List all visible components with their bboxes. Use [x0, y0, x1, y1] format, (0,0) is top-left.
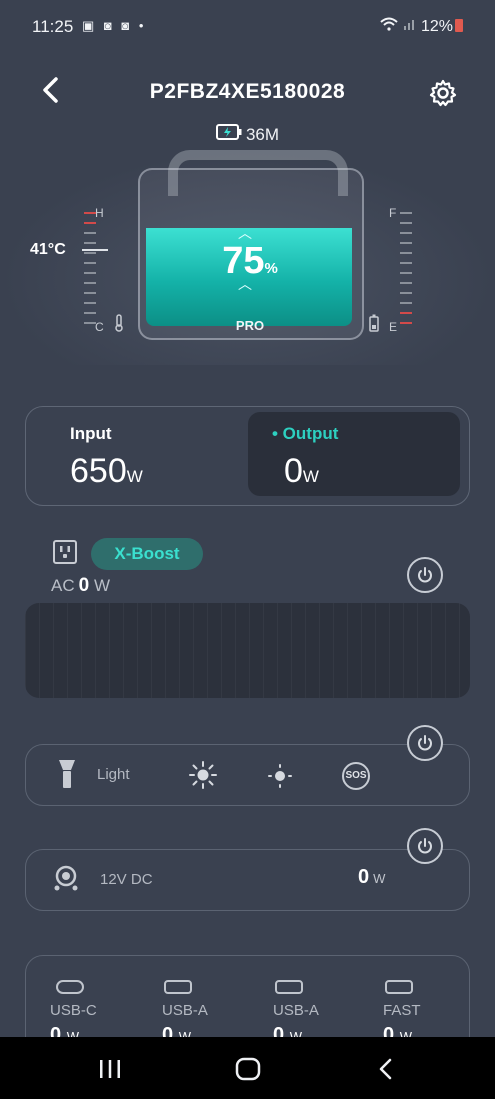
input-value: 650W [70, 452, 143, 491]
light-label: Light [97, 766, 130, 783]
status-bar: 11:25 ▣ ◙ ◙ • 12% [0, 0, 495, 52]
ac-power-button[interactable] [407, 557, 443, 593]
battery-percent-unit: % [264, 260, 278, 277]
home-icon [235, 1057, 261, 1081]
recent-apps-button[interactable] [90, 1049, 130, 1089]
light-card [25, 744, 470, 806]
ac-power-chart [25, 603, 470, 698]
dc-value: 0W [358, 866, 385, 889]
power-icon [418, 735, 432, 751]
temperature-gauge [84, 212, 98, 330]
dc-unit: W [373, 871, 386, 886]
output-label: • Output [272, 424, 339, 443]
fuel-gauge [400, 212, 414, 330]
power-icon [418, 567, 432, 583]
device-model: PRO [235, 318, 265, 333]
temperature-marker [82, 249, 108, 251]
car-socket-icon [52, 864, 80, 897]
gauge-empty-label: E [389, 320, 398, 334]
output-number: 0 [284, 452, 303, 490]
usb-a-icon [275, 980, 303, 994]
usb-port-label: FAST [383, 1002, 421, 1019]
usb-c-icon [56, 980, 84, 994]
ac-outlet-icon [53, 540, 77, 564]
sos-icon[interactable]: SOS [342, 762, 370, 790]
x-boost-button[interactable]: X-Boost [91, 538, 203, 570]
ac-unit: W [93, 576, 110, 595]
status-right: 12% [380, 17, 463, 36]
power-icon [418, 838, 432, 854]
dc-power-button[interactable] [407, 828, 443, 864]
usb-a-icon [164, 980, 192, 994]
gauge-low-label: C [95, 320, 104, 334]
chevron-up-icon: ︿ [238, 276, 252, 292]
dc-number: 0 [358, 866, 370, 888]
bright-icon[interactable] [189, 761, 217, 794]
home-button[interactable] [228, 1049, 268, 1089]
dim-icon[interactable] [266, 762, 294, 795]
dc-label: 12V DC [100, 871, 153, 888]
system-back-button[interactable] [366, 1049, 406, 1089]
input-unit: W [126, 467, 143, 486]
chevron-left-icon [379, 1058, 392, 1080]
settings-button[interactable] [428, 78, 458, 108]
wifi-icon [380, 17, 402, 35]
output-value: 0W [284, 452, 319, 491]
charging-battery-icon [215, 124, 242, 145]
usb-port-label: USB-A [162, 1002, 208, 1019]
gauge-high-label: H [95, 206, 104, 220]
gear-icon [429, 79, 457, 107]
ac-output: AC 0 W [51, 575, 110, 597]
light-power-button[interactable] [407, 725, 443, 761]
output-unit: W [302, 467, 319, 486]
battery-percent: 12% [420, 18, 453, 35]
usb-fast-icon [385, 980, 413, 994]
flashlight-icon [57, 758, 77, 795]
dc-card [25, 849, 470, 911]
battery-icon [455, 19, 463, 32]
input-number: 650 [70, 452, 127, 490]
thermometer-icon [114, 314, 124, 337]
ac-value: 0 [78, 575, 90, 596]
usb-port-label: USB-A [273, 1002, 319, 1019]
status-time: 11:25 [32, 17, 74, 36]
temperature-value: 41°C [30, 241, 66, 258]
usb-port-label: USB-C [50, 1002, 97, 1019]
runtime-value: 36M [245, 125, 280, 144]
recents-icon [100, 1060, 120, 1078]
battery-small-icon [369, 314, 379, 337]
ac-label: AC [51, 576, 75, 595]
input-label: Input [70, 424, 112, 443]
device-serial-title: P2FBZ4XE5180028 [149, 80, 346, 103]
gauge-full-label: F [389, 206, 397, 220]
notification-icons: ▣ ◙ ◙ • [82, 18, 147, 33]
remaining-runtime: 36M [0, 124, 495, 145]
signal-icon [403, 18, 421, 35]
